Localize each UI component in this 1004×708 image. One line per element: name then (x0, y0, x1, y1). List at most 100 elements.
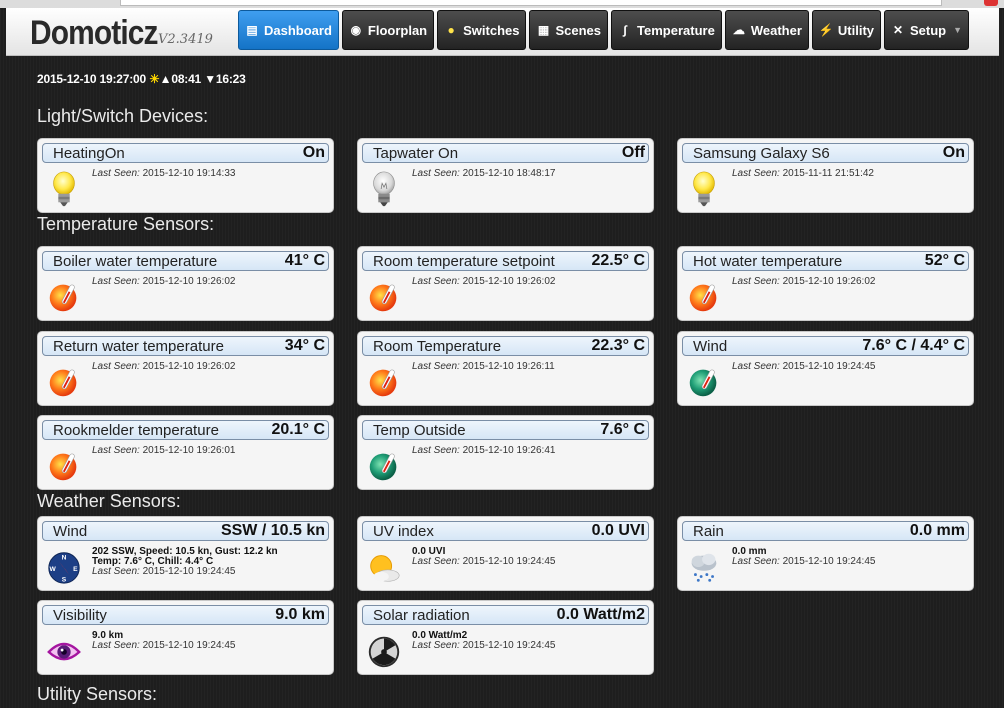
device-value: Off (621, 144, 645, 161)
device-name: Hot water temperature (693, 252, 843, 270)
device-header: Return water temperature 34° C (42, 336, 329, 356)
device-card[interactable]: Temp Outside 7.6° C Last Seen: 2015-12-10 … (357, 415, 654, 490)
device-header: Samsung Galaxy S6 On (682, 143, 969, 163)
menu-dashboard[interactable]: ▤ Dashboard (238, 10, 339, 50)
device-name: Boiler water temperature (53, 252, 218, 270)
temp-hot-icon (686, 278, 722, 316)
last-seen-label: Last Seen: (92, 640, 140, 651)
menu-label: Switches (463, 22, 520, 38)
browser-address-bar[interactable] (120, 0, 942, 6)
device-name: Return water temperature (53, 337, 224, 355)
device-card[interactable]: Solar radiation 0.0 Watt/m2 0.0 Watt/m2 Las… (357, 600, 654, 675)
device-value: SSW / 10.5 kn (220, 522, 325, 539)
rain-cloud-icon (686, 548, 722, 586)
last-seen-label: Last Seen: (92, 445, 140, 456)
menu-utility[interactable]: ⚡ Utility (811, 10, 882, 50)
menu-temperature[interactable]: ∫ Temperature (611, 10, 722, 50)
lightbulb-on-icon[interactable] (686, 170, 722, 208)
svg-text:S: S (62, 576, 67, 583)
last-seen-label: Last Seen: (412, 276, 460, 287)
device-info: Last Seen: 2015-12-10 19:26:02 (92, 277, 235, 287)
device-header: Wind SSW / 10.5 kn (42, 521, 329, 541)
device-name: Room Temperature (373, 337, 502, 355)
last-seen-time: 2015-12-10 19:24:45 (782, 556, 876, 567)
device-value: 34° C (284, 337, 325, 354)
svg-text:W: W (49, 566, 56, 573)
top-navbar: Domoticz V2.3419 ▤ Dashboard ◉ Floorplan… (6, 8, 999, 56)
menu-label: Scenes (555, 22, 602, 38)
last-seen-label: Last Seen: (732, 276, 780, 287)
device-value: 41° C (284, 252, 325, 269)
status-datetime: 2015-12-10 19:27:00 ☀▲08:41 ▼16:23 (37, 72, 246, 86)
menu-label: Setup (910, 22, 947, 38)
app-logo[interactable]: Domoticz (30, 14, 158, 53)
device-card[interactable]: Wind SSW / 10.5 kn N S W E 202 SSW, Speed: 10.… (37, 516, 334, 591)
lightbulb-icon: ● (447, 23, 455, 37)
device-value: 20.1° C (271, 421, 325, 438)
device-value: On (302, 144, 325, 161)
last-seen-time: 2015-12-10 19:26:01 (142, 445, 236, 456)
last-seen-label: Last Seen: (92, 168, 140, 179)
device-info: Last Seen: 2015-11-11 21:51:42 (732, 169, 874, 179)
device-card[interactable]: HeatingOn On Last Seen: 2015-12-10 19:14:3… (37, 138, 334, 213)
lightbulb-off-icon[interactable] (366, 170, 402, 208)
last-seen-label: Last Seen: (92, 566, 140, 577)
device-name: Visibility (53, 606, 107, 624)
last-seen-time: 2015-12-10 19:26:02 (142, 361, 236, 372)
browser-close-button[interactable] (984, 0, 998, 6)
last-seen-label: Last Seen: (412, 445, 460, 456)
menu-label: Utility (837, 22, 875, 38)
temp-cold-icon (686, 363, 722, 401)
menu-setup[interactable]: ✕ Setup ▼ (884, 10, 970, 50)
browser-top-strip (0, 0, 1004, 8)
uv-sun-icon (366, 548, 402, 586)
device-header: Temp Outside 7.6° C (362, 420, 649, 440)
device-card[interactable]: Rookmelder temperature 20.1° C Last Seen: … (37, 415, 334, 490)
device-card[interactable]: Room Temperature 22.3° C Last Seen: 2015-1… (357, 331, 654, 406)
utility-icon: ⚡ (818, 23, 834, 37)
dashboard-icon: ▤ (246, 23, 258, 37)
last-seen-time: 2015-12-10 19:24:45 (142, 566, 236, 577)
menu-switches[interactable]: ● Switches (437, 10, 527, 50)
device-name: Samsung Galaxy S6 (693, 144, 830, 162)
last-seen-time: 2015-12-10 18:48:17 (462, 168, 556, 179)
device-card[interactable]: Wind 7.6° C / 4.4° C Last Seen: 2015-12-10… (677, 331, 974, 406)
device-card[interactable]: Samsung Galaxy S6 On Last Seen: 2015-11-11… (677, 138, 974, 213)
last-seen-label: Last Seen: (732, 361, 780, 372)
lightbulb-on-icon[interactable] (46, 170, 82, 208)
device-header: Wind 7.6° C / 4.4° C (682, 336, 969, 356)
device-header: Visibility 9.0 km (42, 605, 329, 625)
device-value: 22.3° C (591, 337, 645, 354)
svg-text:E: E (73, 566, 78, 573)
main-menu: ▤ Dashboard ◉ Floorplan ● Switches ▦ Sce… (238, 10, 970, 50)
device-card[interactable]: Rain 0.0 mm 0.0 mm Last Seen: 2015-12-10 19… (677, 516, 974, 591)
menu-weather[interactable]: ☁ Weather (724, 10, 809, 50)
sunrise-arrow-icon: ▲ (159, 72, 172, 86)
device-name: Wind (693, 337, 728, 355)
menu-floorplan[interactable]: ◉ Floorplan (341, 10, 435, 50)
last-seen-label: Last Seen: (412, 168, 460, 179)
device-card[interactable]: UV index 0.0 UVI 0.0 UVI Last Seen: 2015-12… (357, 516, 654, 591)
device-info: Last Seen: 2015-12-10 19:26:41 (412, 446, 555, 456)
device-header: Solar radiation 0.0 Watt/m2 (362, 605, 649, 625)
device-card[interactable]: Boiler water temperature 41° C Last Seen: … (37, 246, 334, 321)
menu-scenes[interactable]: ▦ Scenes (529, 10, 609, 50)
device-header: UV index 0.0 UVI (362, 521, 649, 541)
last-seen-label: Last Seen: (92, 276, 140, 287)
device-info: 9.0 km Last Seen: 2015-12-10 19:24:45 (92, 631, 235, 651)
last-seen-time: 2015-12-10 19:24:45 (142, 640, 236, 651)
device-name: Solar radiation (373, 606, 470, 624)
device-header: Rookmelder temperature 20.1° C (42, 420, 329, 440)
device-name: UV index (373, 522, 434, 540)
device-card[interactable]: Hot water temperature 52° C Last Seen: 201… (677, 246, 974, 321)
device-name: Room temperature setpoint (373, 252, 555, 270)
device-card[interactable]: Visibility 9.0 km 9.0 km Last Seen: 2015-12… (37, 600, 334, 675)
last-seen-time: 2015-12-10 19:24:45 (462, 640, 556, 651)
floorplan-icon: ◉ (350, 23, 362, 37)
last-seen-time: 2015-11-11 21:51:42 (782, 168, 874, 179)
last-seen-time: 2015-12-10 19:26:11 (462, 361, 555, 372)
device-card[interactable]: Return water temperature 34° C Last Seen: … (37, 331, 334, 406)
sunset-arrow-icon: ▼ (204, 72, 216, 86)
device-card[interactable]: Tapwater On Off Last Seen: 2015-12-10 18:4… (357, 138, 654, 213)
device-card[interactable]: Room temperature setpoint 22.5° C Last See… (357, 246, 654, 321)
